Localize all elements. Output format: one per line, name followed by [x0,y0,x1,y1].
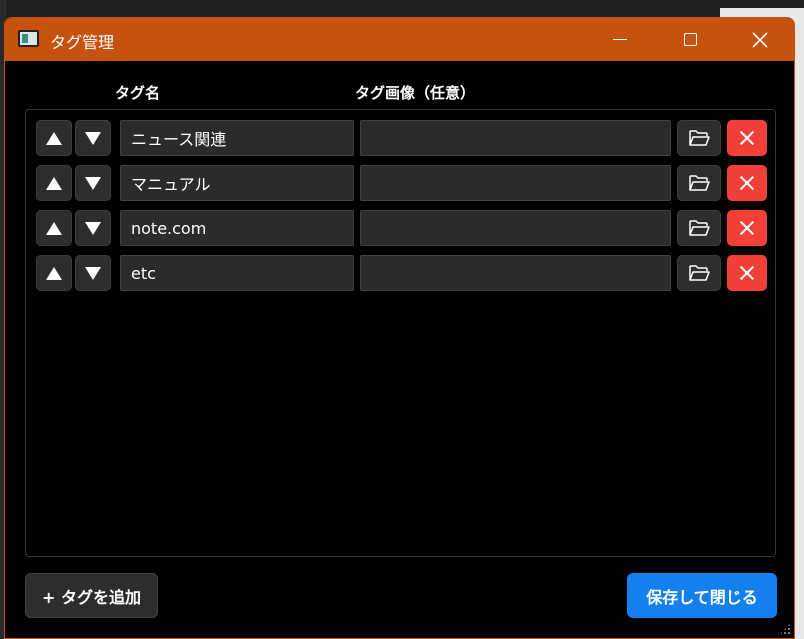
tag-row: note.com [26,210,775,246]
move-down-button[interactable] [75,120,111,156]
tag-name-input[interactable]: ニュース関連 [120,120,354,156]
delete-tag-button[interactable] [727,255,767,291]
tag-name-input[interactable]: マニュアル [120,165,354,201]
delete-tag-button[interactable] [727,120,767,156]
triangle-down-icon [85,131,101,145]
browse-image-button[interactable] [677,210,721,246]
tag-image-input[interactable] [360,165,671,201]
move-up-button[interactable] [36,210,72,246]
tag-list: ニュース関連 マニュアル note.com etc [25,109,776,557]
tag-image-input[interactable] [360,255,671,291]
close-icon [739,130,755,146]
move-down-button[interactable] [75,210,111,246]
move-up-button[interactable] [36,165,72,201]
folder-open-icon [689,130,710,146]
close-icon [739,175,755,191]
triangle-up-icon [46,221,62,235]
title-bar[interactable]: タグ管理 [5,18,794,61]
minimize-icon [613,38,627,41]
tag-image-input[interactable] [360,120,671,156]
close-icon [739,265,755,281]
resize-grip[interactable] [779,623,791,635]
browse-image-button[interactable] [677,255,721,291]
close-window-button[interactable] [725,18,794,61]
folder-open-icon [689,175,710,191]
maximize-button[interactable] [655,18,725,61]
move-up-button[interactable] [36,120,72,156]
triangle-down-icon [85,266,101,280]
column-header-tag-image: タグ画像（任意） [355,84,476,102]
save-and-close-button[interactable]: 保存して閉じる [627,573,777,618]
folder-open-icon [689,265,710,281]
add-tag-button[interactable]: + タグを追加 [25,573,158,618]
close-icon [739,220,755,236]
tag-name-input[interactable]: etc [120,255,354,291]
triangle-up-icon [46,131,62,145]
window-title: タグ管理 [50,33,115,52]
tag-row: etc [26,255,775,291]
triangle-down-icon [85,176,101,190]
browse-image-button[interactable] [677,120,721,156]
move-down-button[interactable] [75,255,111,291]
move-up-button[interactable] [36,255,72,291]
triangle-up-icon [46,266,62,280]
folder-open-icon [689,220,710,236]
tag-image-input[interactable] [360,210,671,246]
move-down-button[interactable] [75,165,111,201]
tag-manager-window: タグ管理 タグ名 タグ画像（任意） ニュース関連 マニュアル note.com … [4,17,795,639]
delete-tag-button[interactable] [727,210,767,246]
column-header-tag-name: タグ名 [115,84,161,102]
minimize-button[interactable] [585,18,655,61]
app-icon [18,30,39,47]
delete-tag-button[interactable] [727,165,767,201]
browse-image-button[interactable] [677,165,721,201]
close-icon [752,31,768,48]
tag-row: ニュース関連 [26,120,775,156]
triangle-up-icon [46,176,62,190]
maximize-icon [683,33,697,46]
triangle-down-icon [85,221,101,235]
tag-row: マニュアル [26,165,775,201]
tag-name-input[interactable]: note.com [120,210,354,246]
